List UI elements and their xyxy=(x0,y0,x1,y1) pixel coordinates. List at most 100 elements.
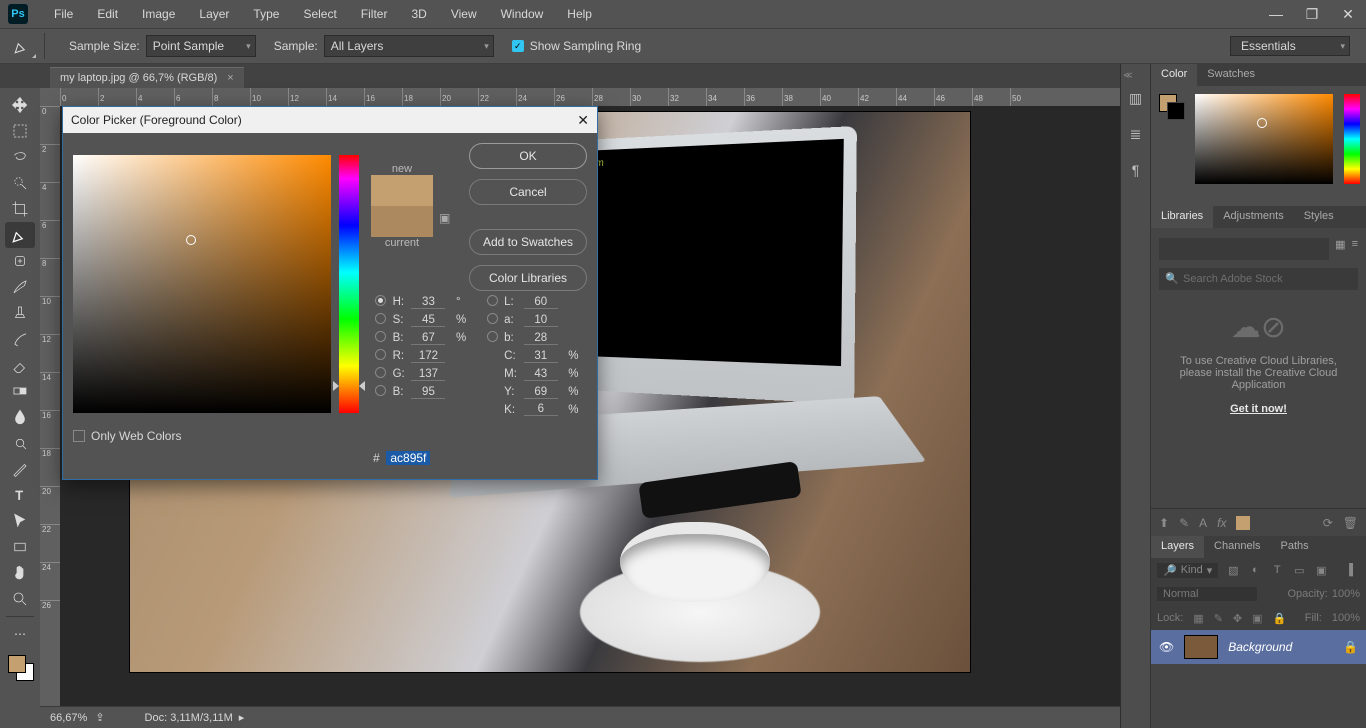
collapse-right-dock-icon[interactable]: ≪ xyxy=(1118,68,1138,82)
healing-tool[interactable] xyxy=(5,248,35,274)
workspace-select[interactable]: Essentials xyxy=(1230,36,1350,56)
blur-tool[interactable] xyxy=(5,404,35,430)
opacity-value[interactable]: 100% xyxy=(1332,588,1360,600)
crop-tool[interactable] xyxy=(5,196,35,222)
filter-shape-icon[interactable]: ▭ xyxy=(1292,564,1306,577)
value-k[interactable]: 6 xyxy=(524,403,558,416)
lib-brush-icon[interactable]: ✎ xyxy=(1179,516,1189,530)
value-b2[interactable]: 28 xyxy=(524,332,558,345)
filter-pixel-icon[interactable]: ▧ xyxy=(1226,564,1240,577)
marquee-tool[interactable] xyxy=(5,118,35,144)
brush-tool[interactable] xyxy=(5,274,35,300)
edit-toolbar-icon[interactable]: ⋯ xyxy=(5,621,35,647)
dialog-close-icon[interactable]: ✕ xyxy=(577,112,589,129)
menu-type[interactable]: Type xyxy=(241,0,291,28)
sv-field[interactable] xyxy=(73,155,331,413)
tab-styles[interactable]: Styles xyxy=(1294,206,1344,228)
rectangle-tool[interactable] xyxy=(5,534,35,560)
add-to-swatches-button[interactable]: Add to Swatches xyxy=(469,229,587,255)
lib-fx-icon[interactable]: fx xyxy=(1217,516,1226,530)
only-web-colors-checkbox[interactable]: Only Web Colors xyxy=(73,429,181,443)
value-r[interactable]: 172 xyxy=(411,350,445,363)
lib-swatch-icon[interactable] xyxy=(1236,516,1250,530)
grid-view-icon[interactable]: ▦ xyxy=(1335,238,1345,268)
layer-thumbnail[interactable] xyxy=(1184,635,1218,659)
filter-adjust-icon[interactable]: ◐ xyxy=(1248,564,1262,576)
menu-layer[interactable]: Layer xyxy=(187,0,241,28)
sample-select[interactable]: All Layers xyxy=(324,35,494,57)
hue-slider[interactable] xyxy=(339,155,359,413)
radio-s[interactable] xyxy=(375,313,386,324)
lib-a-icon[interactable]: A xyxy=(1199,516,1207,530)
properties-panel-icon[interactable]: ≣ xyxy=(1126,124,1146,144)
layer-lock-icon[interactable]: 🔒 xyxy=(1343,640,1358,654)
menu-help[interactable]: Help xyxy=(555,0,604,28)
lock-paint-icon[interactable]: ✎ xyxy=(1214,612,1223,625)
hex-value-input[interactable]: ac895f xyxy=(386,451,430,465)
value-c[interactable]: 31 xyxy=(524,350,558,363)
radio-l[interactable] xyxy=(487,295,498,306)
eraser-tool[interactable] xyxy=(5,352,35,378)
sample-size-select[interactable]: Point Sample xyxy=(146,35,256,57)
lasso-tool[interactable] xyxy=(5,144,35,170)
radio-r[interactable] xyxy=(375,349,386,360)
radio-b2[interactable] xyxy=(487,331,498,342)
value-g[interactable]: 137 xyxy=(411,368,445,381)
value-y[interactable]: 69 xyxy=(524,386,558,399)
color-panel-hue[interactable] xyxy=(1344,94,1360,184)
lib-upload-icon[interactable]: ⬆ xyxy=(1159,516,1169,530)
window-close-icon[interactable]: ✕ xyxy=(1330,0,1366,28)
tab-color[interactable]: Color xyxy=(1151,64,1197,86)
menu-filter[interactable]: Filter xyxy=(349,0,400,28)
lock-position-icon[interactable]: ✥ xyxy=(1233,612,1242,625)
close-tab-icon[interactable]: × xyxy=(227,72,233,84)
new-current-swatch[interactable] xyxy=(371,175,433,237)
get-it-now-link[interactable]: Get it now! xyxy=(1159,403,1358,415)
tab-swatches[interactable]: Swatches xyxy=(1197,64,1265,86)
lock-pixels-icon[interactable]: ▦ xyxy=(1193,612,1203,625)
radio-h[interactable] xyxy=(375,295,386,306)
ok-button[interactable]: OK xyxy=(469,143,587,169)
menu-file[interactable]: File xyxy=(42,0,85,28)
status-zoom[interactable]: 66,67% xyxy=(50,712,87,724)
pen-tool[interactable] xyxy=(5,456,35,482)
export-icon[interactable]: ⇪ xyxy=(95,711,104,724)
value-bl[interactable]: 95 xyxy=(411,386,445,399)
lib-trash-icon[interactable]: 🗑 xyxy=(1343,516,1358,530)
layer-row-background[interactable]: 👁 Background 🔒 xyxy=(1151,630,1366,664)
status-menu-icon[interactable]: ▸ xyxy=(239,711,245,724)
window-minimize-icon[interactable]: — xyxy=(1258,0,1294,28)
lock-all-icon[interactable]: 🔒 xyxy=(1273,612,1287,625)
menu-image[interactable]: Image xyxy=(130,0,187,28)
eyedropper-tool[interactable] xyxy=(5,222,35,248)
document-tab[interactable]: my laptop.jpg @ 66,7% (RGB/8) × xyxy=(50,67,244,88)
blend-mode-select[interactable]: Normal xyxy=(1157,587,1257,601)
cube-3d-icon[interactable]: ▣ xyxy=(439,211,453,225)
value-h[interactable]: 33 xyxy=(411,296,445,309)
lib-sync-icon[interactable]: ⟳ xyxy=(1323,516,1333,530)
show-sampling-ring-checkbox[interactable]: ✓ xyxy=(512,40,524,52)
move-tool[interactable] xyxy=(5,92,35,118)
zoom-tool[interactable] xyxy=(5,586,35,612)
filter-toggle-icon[interactable]: ▌ xyxy=(1346,564,1360,576)
visibility-icon[interactable]: 👁 xyxy=(1159,640,1174,654)
menu-edit[interactable]: Edit xyxy=(85,0,130,28)
stamp-tool[interactable] xyxy=(5,300,35,326)
history-brush-tool[interactable] xyxy=(5,326,35,352)
status-doc-size[interactable]: Doc: 3,11M/3,11M xyxy=(145,712,233,724)
filter-type-icon[interactable]: T xyxy=(1270,564,1284,576)
lock-artboard-icon[interactable]: ▣ xyxy=(1252,612,1262,625)
color-panel-swatches[interactable] xyxy=(1159,94,1183,118)
window-restore-icon[interactable]: ❐ xyxy=(1294,0,1330,28)
value-s[interactable]: 45 xyxy=(411,314,445,327)
foreground-swatch[interactable] xyxy=(8,655,26,673)
value-a[interactable]: 10 xyxy=(524,314,558,327)
radio-g[interactable] xyxy=(375,367,386,378)
hand-tool[interactable] xyxy=(5,560,35,586)
filter-smart-icon[interactable]: ▣ xyxy=(1314,564,1328,577)
history-panel-icon[interactable]: ▥ xyxy=(1126,88,1146,108)
menu-window[interactable]: Window xyxy=(489,0,556,28)
layer-filter-select[interactable]: 🔎 Kind ▾ xyxy=(1157,563,1218,578)
menu-select[interactable]: Select xyxy=(291,0,348,28)
fill-value[interactable]: 100% xyxy=(1332,612,1360,624)
